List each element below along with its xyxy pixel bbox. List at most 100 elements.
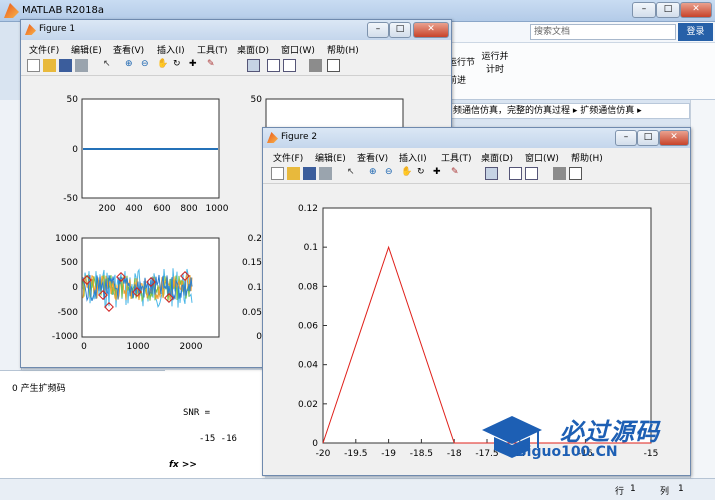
show-plot-tools-icon[interactable] bbox=[569, 167, 582, 180]
print-icon[interactable] bbox=[319, 167, 332, 180]
menu-insert[interactable]: 插入(I) bbox=[157, 43, 185, 56]
ax3-xtick: 0 bbox=[81, 342, 87, 352]
menu-window[interactable]: 窗口(W) bbox=[281, 43, 315, 56]
save-icon[interactable] bbox=[59, 59, 72, 72]
watermark-logo: 必过源码 Biguo100.CN bbox=[480, 408, 685, 468]
row-label: 行 bbox=[615, 487, 625, 497]
search-input[interactable]: 搜索文档 bbox=[530, 24, 676, 40]
figure1-title: Figure 1 bbox=[39, 24, 76, 34]
colorbar-icon[interactable] bbox=[509, 167, 522, 180]
menu-edit[interactable]: 编辑(E) bbox=[71, 43, 102, 56]
figure2-toolbar: ↖ ⊕ ⊖ ✋ ↻ ✚ ✎ bbox=[263, 164, 690, 184]
link-icon[interactable] bbox=[485, 167, 498, 180]
open-icon[interactable] bbox=[43, 59, 56, 72]
rotate-icon[interactable]: ↻ bbox=[417, 167, 430, 180]
zoom-in-icon[interactable]: ⊕ bbox=[125, 59, 138, 72]
fig2-minimize-button[interactable]: – bbox=[615, 130, 637, 146]
show-plot-tools-icon[interactable] bbox=[327, 59, 340, 72]
menu-insert[interactable]: 插入(I) bbox=[399, 151, 427, 164]
ax3-xtick: 1000 bbox=[127, 342, 150, 352]
ax1-xtick: 1000 bbox=[206, 204, 229, 214]
fig2-maximize-button[interactable]: □ bbox=[637, 130, 659, 146]
menu-desktop[interactable]: 桌面(D) bbox=[237, 43, 269, 56]
fig2-ytick-label: 0.06 bbox=[298, 322, 318, 332]
close-button[interactable]: ✕ bbox=[680, 2, 712, 18]
open-icon[interactable] bbox=[287, 167, 300, 180]
brush-icon[interactable]: ✎ bbox=[207, 59, 220, 72]
new-icon[interactable] bbox=[271, 167, 284, 180]
zoom-out-icon[interactable]: ⊖ bbox=[385, 167, 398, 180]
ax1-ytick: 50 bbox=[67, 95, 79, 105]
link-icon[interactable] bbox=[247, 59, 260, 72]
save-icon[interactable] bbox=[303, 167, 316, 180]
cmd-prompt[interactable]: fx >> bbox=[169, 460, 197, 470]
ax3-ytick: 0 bbox=[72, 283, 78, 293]
pointer-icon[interactable]: ↖ bbox=[103, 59, 116, 72]
menu-file[interactable]: 文件(F) bbox=[273, 151, 303, 164]
ax1-xtick: 600 bbox=[153, 204, 170, 214]
print-icon[interactable] bbox=[75, 59, 88, 72]
ax3-ytick: 500 bbox=[61, 258, 78, 268]
menu-view[interactable]: 查看(V) bbox=[357, 151, 388, 164]
col-label: 列 bbox=[660, 487, 670, 497]
hide-plot-tools-icon[interactable] bbox=[309, 59, 322, 72]
figure1-menu: 文件(F) 编辑(E) 查看(V) 插入(I) 工具(T) 桌面(D) 窗口(W… bbox=[21, 40, 451, 56]
menu-help[interactable]: 帮助(H) bbox=[327, 43, 359, 56]
figure-icon bbox=[267, 132, 278, 143]
ribbon: 运行节 前进 运行并 计时 bbox=[440, 42, 715, 99]
menu-window[interactable]: 窗口(W) bbox=[525, 151, 559, 164]
menu-file[interactable]: 文件(F) bbox=[29, 43, 59, 56]
new-icon[interactable] bbox=[27, 59, 40, 72]
rotate-icon[interactable]: ↻ bbox=[173, 59, 186, 72]
fig2-xtick-label: -20 bbox=[316, 449, 331, 459]
colorbar-icon[interactable] bbox=[267, 59, 280, 72]
right-panel-strip bbox=[690, 100, 715, 478]
ax4-ytick: 0.2 bbox=[248, 234, 262, 244]
menu-edit[interactable]: 编辑(E) bbox=[315, 151, 346, 164]
figure1-title-bar: Figure 1 – □ ✕ bbox=[21, 20, 451, 40]
zoom-in-icon[interactable]: ⊕ bbox=[369, 167, 382, 180]
breadcrumb[interactable]: 频通信仿真，完整的仿真过程 ▸ 扩频通信仿真 ▸ bbox=[440, 103, 690, 119]
fig2-xtick-label: -19.5 bbox=[344, 449, 367, 459]
maximize-button[interactable]: □ bbox=[656, 2, 680, 18]
fig1-close-button[interactable]: ✕ bbox=[413, 22, 449, 38]
menu-tools[interactable]: 工具(T) bbox=[441, 151, 472, 164]
fig2-ytick-label: 0.08 bbox=[298, 282, 318, 292]
ax1-ytick: 0 bbox=[72, 145, 78, 155]
zoom-out-icon[interactable]: ⊖ bbox=[141, 59, 154, 72]
run-time-button[interactable]: 运行并 计时 bbox=[480, 49, 510, 75]
legend-icon[interactable] bbox=[525, 167, 538, 180]
ax4-ytick: 0.1 bbox=[248, 283, 262, 293]
data-cursor-icon[interactable]: ✚ bbox=[433, 167, 446, 180]
watermark-text: 必过源码 bbox=[560, 418, 660, 446]
pointer-icon[interactable]: ↖ bbox=[347, 167, 360, 180]
ax1-ytick: -50 bbox=[63, 194, 78, 204]
pan-icon[interactable]: ✋ bbox=[401, 167, 414, 180]
fig2-ytick-label: 0.1 bbox=[304, 243, 318, 253]
fig2-ytick-label: 0.12 bbox=[298, 204, 318, 214]
hide-plot-tools-icon[interactable] bbox=[553, 167, 566, 180]
login-button[interactable]: 登录 bbox=[678, 23, 713, 41]
matlab-logo-icon bbox=[4, 3, 19, 18]
command-window[interactable]: SNR = -15 -16 fx >> bbox=[165, 370, 265, 480]
matlab-toolstrip: 搜索文档 登录 运行节 前进 运行并 计时 bbox=[440, 22, 715, 100]
menu-help[interactable]: 帮助(H) bbox=[571, 151, 603, 164]
run-section-button[interactable]: 运行节 bbox=[448, 55, 475, 68]
menu-view[interactable]: 查看(V) bbox=[113, 43, 144, 56]
figure1-toolbar: ↖ ⊕ ⊖ ✋ ↻ ✚ ✎ bbox=[21, 56, 451, 76]
ax2-ytick: 50 bbox=[251, 95, 263, 105]
pan-icon[interactable]: ✋ bbox=[157, 59, 170, 72]
legend-icon[interactable] bbox=[283, 59, 296, 72]
row-value: 1 bbox=[630, 484, 636, 494]
fig2-close-button[interactable]: ✕ bbox=[659, 130, 689, 146]
data-cursor-icon[interactable]: ✚ bbox=[189, 59, 202, 72]
menu-desktop[interactable]: 桌面(D) bbox=[481, 151, 513, 164]
workspace-item[interactable]: 0 产生扩频码 bbox=[12, 381, 66, 394]
fig1-minimize-button[interactable]: – bbox=[367, 22, 389, 38]
minimize-button[interactable]: – bbox=[632, 2, 656, 18]
menu-tools[interactable]: 工具(T) bbox=[197, 43, 228, 56]
status-bar: 行 1 列 1 bbox=[0, 478, 715, 500]
fig1-maximize-button[interactable]: □ bbox=[389, 22, 411, 38]
brush-icon[interactable]: ✎ bbox=[451, 167, 464, 180]
fig2-ytick-label: 0 bbox=[312, 439, 318, 449]
